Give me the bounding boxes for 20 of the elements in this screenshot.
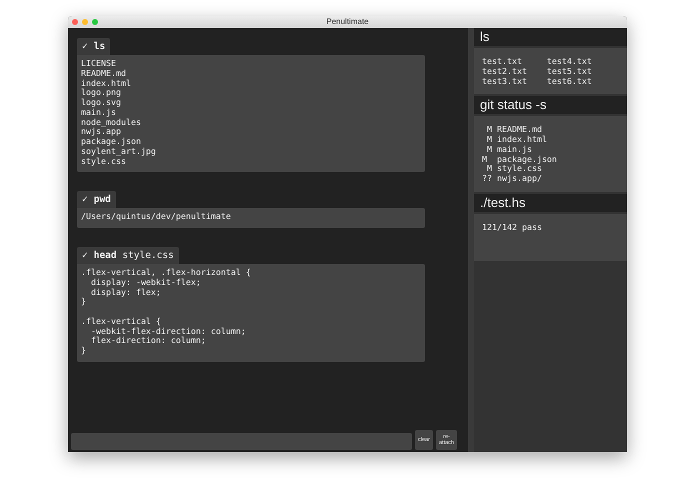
status-mark: ✓ [82, 250, 88, 261]
command-text: head style.css [94, 250, 174, 261]
status-mark: ✓ [82, 194, 88, 206]
watcher-header: ls [474, 28, 627, 46]
watcher-output: M README.md M index.html M main.js M package.json M style.css ?? nwjs.app/ [474, 116, 627, 192]
watcher-output: 121/142 pass [474, 214, 627, 261]
command-output: .flex-vertical, .flex-horizontal { display: -webkit-flex; display: flex; } .flex-vertical { -webkit-flex-direction: column; flex-direction: column; } [77, 264, 425, 362]
status-mark: ✓ [82, 41, 88, 52]
minimize-icon[interactable] [82, 19, 88, 25]
watcher-header: ./test.hs [474, 194, 627, 212]
watcher-output: test.txt test4.txt test2.txt test5.txt test3.txt test6.txt [474, 48, 627, 94]
zoom-icon[interactable] [92, 19, 98, 25]
window-title: Penultimate [326, 16, 369, 28]
command-text: pwd [94, 194, 111, 206]
command-text: ls [94, 41, 106, 52]
command-output: /Users/quintus/dev/penultimate [77, 208, 425, 228]
watcher-header: git status -s [474, 96, 627, 114]
close-icon[interactable] [72, 19, 78, 25]
command-input-field[interactable] [71, 433, 412, 450]
command-output: LICENSE README.md index.html logo.png logo.svg main.js node_modules nwjs.app package.json soylent_art.jpg style.css [77, 55, 425, 172]
